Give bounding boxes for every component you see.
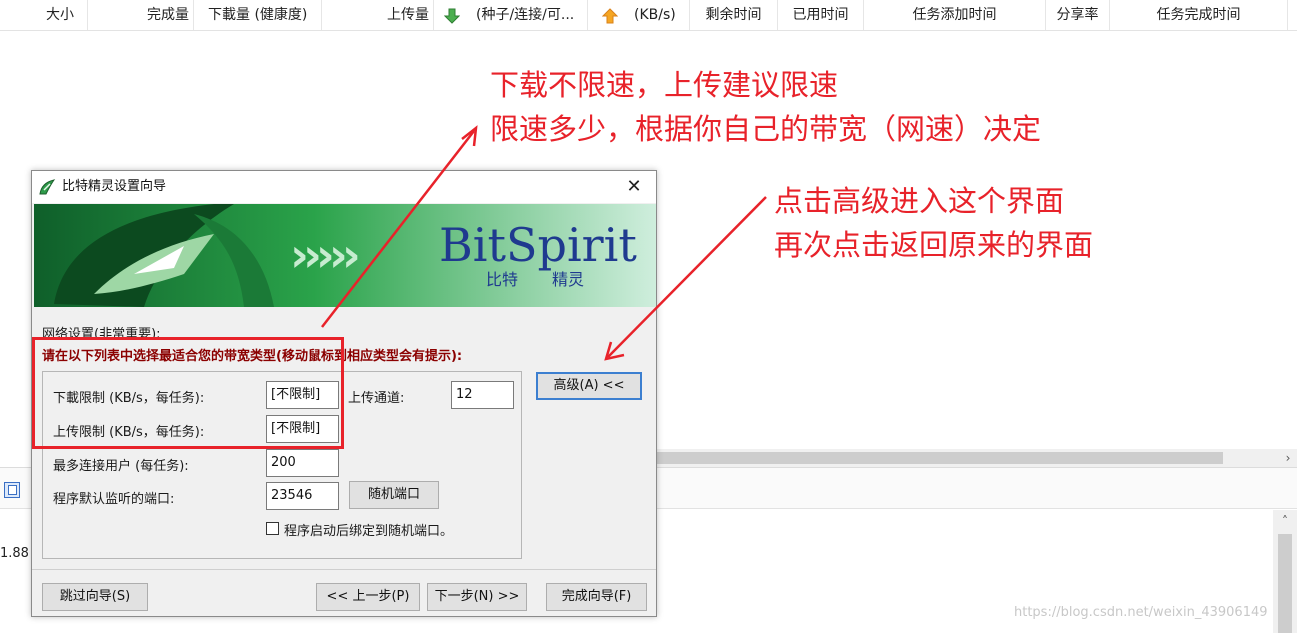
column-completed[interactable]: 完成量	[88, 0, 194, 30]
upload-speed-arrow-icon	[601, 6, 619, 24]
column-share-ratio[interactable]: 分享率	[1046, 0, 1110, 30]
max-connections-label: 最多连接用户 (每任务):	[53, 459, 189, 474]
close-icon[interactable]: ✕	[612, 171, 656, 203]
column-seeds-connections[interactable]: (种子/连接/可...	[434, 0, 588, 30]
column-size[interactable]: 大小	[0, 0, 88, 30]
scroll-right-icon[interactable]: ›	[1281, 449, 1295, 467]
vertical-scroll-thumb[interactable]	[1278, 534, 1292, 633]
banner-brand: BitSpirit	[439, 218, 637, 272]
next-step-button[interactable]: 下一步(N) >>	[427, 583, 527, 611]
column-downloaded[interactable]: 下載量 (健康度)	[194, 0, 322, 30]
previous-step-button[interactable]: << 上一步(P)	[316, 583, 420, 611]
bitspirit-app-icon	[38, 178, 56, 196]
annotation-top-line-2: 限速多少，根据你自己的带宽（网速）决定	[490, 112, 1042, 146]
horizontal-scrollbar[interactable]: ›	[655, 449, 1297, 467]
detail-value: 1.88	[0, 546, 29, 561]
vertical-scrollbar[interactable]: ˄	[1273, 510, 1297, 633]
listen-port-label: 程序默认监听的端口:	[53, 492, 175, 507]
bind-random-port-checkbox[interactable]	[266, 522, 279, 535]
watermark-text: https://blog.csdn.net/weixin_43906149	[1014, 605, 1268, 620]
rate-limit-highlight-box	[32, 337, 344, 449]
setup-wizard-dialog: 比特精灵设置向导 ✕ ››››› BitSpirit 比特 精灵 网络设置(非常…	[31, 170, 657, 617]
dialog-titlebar[interactable]: 比特精灵设置向导 ✕	[32, 171, 656, 203]
bitspirit-banner: ››››› BitSpirit 比特 精灵	[34, 204, 656, 307]
column-completed-time[interactable]: 任务完成时间	[1110, 0, 1288, 30]
upload-slots-label: 上传通道:	[348, 391, 405, 406]
dialog-title: 比特精灵设置向导	[62, 179, 167, 194]
listen-port-field[interactable]: 23546	[266, 482, 339, 510]
annotation-right-line-2: 再次点击返回原来的界面	[774, 228, 1094, 262]
skip-wizard-button[interactable]: 跳过向导(S)	[42, 583, 148, 611]
column-uploaded[interactable]: 上传量	[322, 0, 434, 30]
banner-brand-sub-left: 比特	[486, 270, 519, 289]
column-speed[interactable]: (KB/s)	[588, 0, 690, 30]
annotation-top-line-1: 下载不限速，上传建议限速	[490, 68, 839, 102]
dialog-footer-divider	[32, 569, 656, 570]
scroll-up-icon[interactable]: ˄	[1273, 514, 1297, 528]
random-port-button[interactable]: 随机端口	[349, 481, 439, 509]
annotation-right-line-1: 点击高级进入这个界面	[774, 184, 1065, 218]
arrow-head-top	[461, 125, 478, 147]
upload-slots-field[interactable]: 12	[451, 381, 514, 409]
column-elapsed-time[interactable]: 已用时间	[778, 0, 864, 30]
finish-wizard-button[interactable]: 完成向导(F)	[546, 583, 647, 611]
refresh-detail-icon[interactable]	[4, 482, 20, 498]
column-seeds-label: (种子/连接/可...	[476, 7, 575, 23]
column-remaining-time[interactable]: 剩余时间	[690, 0, 778, 30]
banner-brand-sub-right: 精灵	[552, 270, 585, 289]
task-list-header: 大小 完成量 下載量 (健康度) 上传量 (种子/连接/可... (KB/s) …	[0, 0, 1297, 31]
bind-random-port-label[interactable]: 程序启动后绑定到随机端口。	[284, 520, 453, 539]
download-speed-arrow-icon	[443, 6, 461, 24]
max-connections-field[interactable]: 200	[266, 449, 339, 477]
column-speed-label: (KB/s)	[634, 7, 676, 23]
advanced-button[interactable]: 高级(A) <<	[536, 372, 642, 400]
horizontal-scroll-thumb[interactable]	[655, 452, 1223, 464]
banner-chevrons: ›››››	[290, 228, 361, 282]
column-added-time[interactable]: 任务添加时间	[864, 0, 1046, 30]
